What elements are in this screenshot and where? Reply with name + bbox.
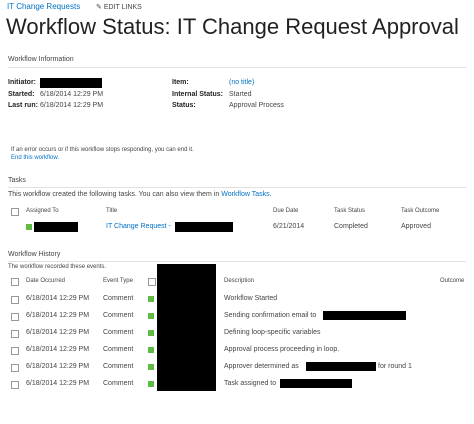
redacted-user-ids <box>157 264 216 391</box>
presence-indicator-icon <box>148 347 154 353</box>
breadcrumb-list-link[interactable]: IT Change Requests <box>7 2 80 11</box>
item-label: Item: <box>172 79 189 86</box>
history-date: 6/18/2014 12:29 PM <box>26 295 90 302</box>
tasks-description: This workflow created the following task… <box>8 191 272 198</box>
presence-indicator-icon <box>148 381 154 387</box>
task-title-link[interactable]: IT Change Request - <box>106 223 171 230</box>
tasks-desc-suffix: . <box>269 191 272 198</box>
task-status: Completed <box>334 223 368 230</box>
select-all-tasks-checkbox[interactable] <box>11 208 19 216</box>
redacted-assignee <box>280 379 352 388</box>
pencil-icon: ✎ <box>96 4 102 11</box>
row-checkbox[interactable] <box>11 313 19 321</box>
edit-links-label: EDIT LINKS <box>103 4 142 11</box>
history-date: 6/18/2014 12:29 PM <box>26 312 90 319</box>
redacted-approver <box>306 362 376 371</box>
divider <box>8 261 466 262</box>
edit-links-button[interactable]: ✎ EDIT LINKS <box>96 3 142 11</box>
redacted-initiator <box>40 78 102 88</box>
row-checkbox[interactable] <box>11 330 19 338</box>
tasks-heading: Tasks <box>8 177 26 184</box>
col-date-occurred[interactable]: Date Occurred <box>26 278 65 284</box>
row-checkbox[interactable] <box>11 296 19 304</box>
col-task-outcome[interactable]: Task Outcome <box>401 208 439 214</box>
tasks-desc-text: This workflow created the following task… <box>8 191 220 198</box>
col-description[interactable]: Description <box>224 278 254 284</box>
col-task-status[interactable]: Task Status <box>334 208 365 214</box>
divider <box>8 187 466 188</box>
status-value: Approval Process <box>229 102 284 109</box>
presence-indicator-icon <box>26 224 32 230</box>
history-description: Sending confirmation email to <box>224 312 317 319</box>
divider <box>8 67 466 68</box>
history-event-type: Comment <box>103 363 134 370</box>
history-event-type: Comment <box>103 346 134 353</box>
col-title[interactable]: Title <box>106 208 117 214</box>
internal-status-value: Started <box>229 91 252 98</box>
end-workflow-link[interactable]: End this workflow. <box>11 155 59 161</box>
history-date: 6/18/2014 12:29 PM <box>26 329 90 336</box>
history-description: The workflow recorded these events. <box>8 264 107 270</box>
redacted-task-title <box>175 222 233 232</box>
user-id-column-checkbox[interactable] <box>148 278 156 286</box>
select-all-history-checkbox[interactable] <box>11 278 19 286</box>
internal-status-label: Internal Status: <box>172 91 223 98</box>
started-value: 6/18/2014 12:29 PM <box>40 91 104 98</box>
presence-indicator-icon <box>148 364 154 370</box>
presence-indicator-icon <box>148 330 154 336</box>
history-event-type: Comment <box>103 329 134 336</box>
col-assigned-to[interactable]: Assigned To <box>26 208 59 214</box>
started-label: Started: <box>8 91 35 98</box>
workflow-info-heading: Workflow Information <box>8 56 74 63</box>
col-outcome[interactable]: Outcome <box>440 278 464 284</box>
task-outcome: Approved <box>401 223 431 230</box>
workflow-tasks-link[interactable]: Workflow Tasks <box>221 191 269 198</box>
history-heading: Workflow History <box>8 251 61 258</box>
history-description: Workflow Started <box>224 295 278 302</box>
last-run-label: Last run: <box>8 102 38 109</box>
col-event-type[interactable]: Event Type <box>103 278 133 284</box>
row-checkbox[interactable] <box>11 347 19 355</box>
redacted-assignee <box>34 222 78 232</box>
redacted-email <box>323 311 406 320</box>
initiator-label: Initiator: <box>8 79 36 86</box>
presence-indicator-icon <box>148 296 154 302</box>
history-date: 6/18/2014 12:29 PM <box>26 346 90 353</box>
history-date: 6/18/2014 12:29 PM <box>26 363 90 370</box>
history-description-suffix: for round 1 <box>378 363 412 370</box>
item-link[interactable]: (no title) <box>229 79 254 86</box>
history-description: Approver determined as <box>224 363 299 370</box>
row-checkbox[interactable] <box>11 381 19 389</box>
history-description: Approval process proceeding in loop. <box>224 346 340 353</box>
history-date: 6/18/2014 12:29 PM <box>26 380 90 387</box>
history-description: Defining loop-specific variables <box>224 329 321 336</box>
page-title: Workflow Status: IT Change Request Appro… <box>6 14 459 39</box>
col-due-date[interactable]: Due Date <box>273 208 298 214</box>
task-due-date: 6/21/2014 <box>273 223 305 230</box>
history-event-type: Comment <box>103 295 134 302</box>
presence-indicator-icon <box>148 313 154 319</box>
status-label: Status: <box>172 102 196 109</box>
last-run-value: 6/18/2014 12:29 PM <box>40 102 104 109</box>
error-note: If an error occurs or if this workflow s… <box>11 147 194 153</box>
row-checkbox[interactable] <box>11 364 19 372</box>
history-event-type: Comment <box>103 380 134 387</box>
history-description: Task assigned to <box>224 380 277 387</box>
history-event-type: Comment <box>103 312 134 319</box>
